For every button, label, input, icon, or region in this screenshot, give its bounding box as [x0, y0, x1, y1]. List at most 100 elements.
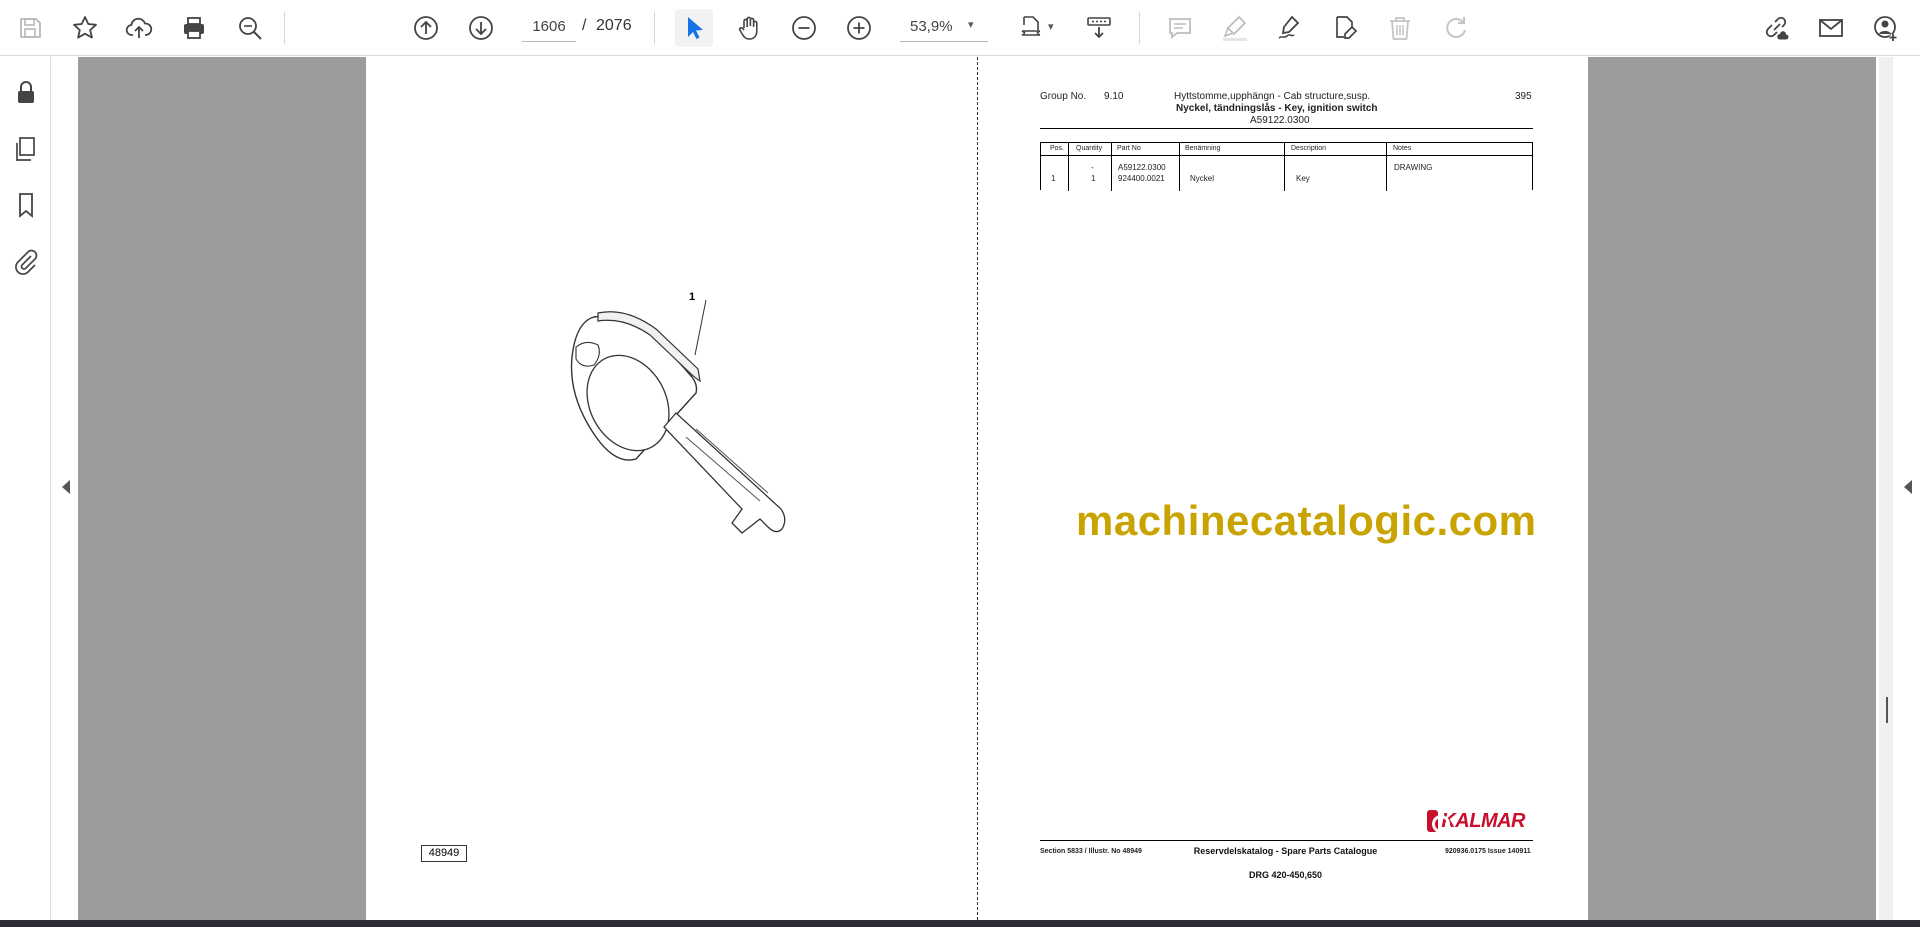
cell-benamning: Nyckel — [1190, 174, 1215, 183]
page-total: 2076 — [596, 17, 632, 34]
table-header-part-no: Part No — [1117, 145, 1141, 152]
next-page-button[interactable] — [462, 9, 500, 47]
table-header-quantity: Quantity — [1076, 145, 1103, 152]
hand-icon — [738, 16, 758, 40]
table-col-divider — [1179, 143, 1180, 191]
share-link-button[interactable] — [1757, 9, 1795, 47]
scroll-mode-icon — [1087, 17, 1111, 39]
toolbar-separator — [1139, 12, 1140, 44]
scroll-mode-button[interactable] — [1080, 9, 1118, 47]
add-user-button[interactable] — [1867, 9, 1905, 47]
footer-issue: 920936.0175 Issue 140911 — [1445, 848, 1531, 855]
cell-qty: 1 — [1091, 174, 1096, 183]
key-blade — [663, 412, 786, 534]
search-zoom-icon — [239, 17, 262, 40]
table-header-benamning: Benämning — [1185, 145, 1221, 152]
find-button[interactable] — [231, 9, 269, 47]
toolbar-separator — [284, 12, 285, 44]
table-header-pos: Pos. — [1050, 145, 1065, 152]
print-button[interactable] — [175, 9, 213, 47]
kalmar-logo-icon — [1427, 810, 1451, 833]
edit-pdf-button[interactable] — [1326, 9, 1364, 47]
star-icon — [73, 16, 97, 39]
arrow-up-circle-icon — [414, 16, 438, 40]
scrollbar-thumb[interactable] — [1886, 697, 1888, 723]
save-button[interactable] — [11, 9, 49, 47]
key-illustration — [570, 299, 786, 534]
key-ring-hole — [575, 341, 600, 367]
bookmarks-button[interactable] — [8, 187, 44, 223]
page-number-input[interactable] — [522, 12, 576, 42]
cell-notes: DRAWING — [1394, 163, 1433, 172]
group-name: Hyttstomme,upphängn - Cab structure,susp… — [1174, 91, 1371, 102]
table-header-description: Description — [1291, 145, 1327, 152]
redo-button[interactable] — [1436, 9, 1474, 47]
footer-model: DRG 420-450,650 — [1248, 870, 1323, 880]
page-thumbnails-button[interactable] — [8, 131, 44, 167]
zoom-in-button[interactable] — [840, 9, 878, 47]
previous-page-button[interactable] — [407, 9, 445, 47]
watermark: machinecatalogic.com — [1076, 497, 1537, 544]
sign-button[interactable] — [1271, 9, 1309, 47]
comment-icon — [1169, 18, 1191, 39]
kalmar-wordmark: KALMAR — [1441, 809, 1525, 832]
comment-button[interactable] — [1161, 9, 1199, 47]
print-icon — [184, 17, 204, 39]
cell-pos: 1 — [1051, 174, 1056, 183]
drawing-number: A59122.0300 — [1250, 115, 1310, 126]
attachment-icon — [15, 249, 38, 275]
table-col-divider — [1284, 143, 1285, 191]
fit-page-button[interactable] — [1013, 9, 1051, 47]
kalmar-logo: KALMAR — [1427, 809, 1525, 833]
table-header-notes: Notes — [1393, 145, 1412, 152]
page-separator: / — [582, 17, 587, 34]
footer-rule — [1040, 840, 1533, 841]
upload-cloud-icon — [125, 17, 153, 38]
zoom-value: 53,9% — [910, 18, 953, 35]
delete-button[interactable] — [1381, 9, 1419, 47]
attachments-button[interactable] — [8, 243, 44, 279]
fit-page-icon — [1021, 16, 1041, 36]
save-icon — [20, 18, 41, 38]
sign-icon — [1278, 15, 1300, 39]
add-user-icon — [1874, 16, 1897, 41]
cell-description: Key — [1296, 174, 1310, 183]
protect-button[interactable] — [8, 75, 44, 111]
arrow-down-circle-icon — [469, 16, 493, 40]
edit-doc-icon — [1336, 16, 1358, 39]
table-col-divider — [1386, 143, 1387, 191]
cell-qty: - — [1091, 163, 1094, 172]
table-col-divider — [1068, 143, 1069, 191]
pages-icon — [16, 137, 35, 161]
email-icon — [1819, 19, 1843, 37]
vertical-scrollbar[interactable] — [1879, 57, 1893, 920]
page-fold-line — [977, 57, 978, 920]
pointer-icon — [688, 17, 703, 39]
bookmark-star-button[interactable] — [66, 9, 104, 47]
left-rail — [0, 57, 51, 920]
group-number: 9.10 — [1104, 91, 1124, 102]
zoom-select[interactable]: 53,9% ▾ — [900, 12, 988, 42]
fit-page-caret-icon[interactable]: ▾ — [1048, 20, 1054, 33]
select-tool-button[interactable] — [675, 9, 713, 47]
callout-number: 1 — [689, 291, 696, 303]
trash-icon — [1390, 17, 1410, 40]
toolbar: / 2076 53,9% ▾ ▾ — [0, 0, 1920, 56]
email-button[interactable] — [1812, 9, 1850, 47]
hand-tool-button[interactable] — [730, 9, 768, 47]
highlight-icon — [1223, 15, 1247, 41]
collapse-right-panel-icon[interactable] — [1904, 480, 1912, 494]
chevron-down-icon: ▾ — [968, 19, 974, 31]
page-number-label: 395 — [1515, 91, 1532, 102]
highlight-button[interactable] — [1216, 9, 1254, 47]
section-title: Nyckel, tändningslås - Key, ignition swi… — [1176, 103, 1378, 114]
zoom-in-icon — [847, 16, 871, 40]
share-link-icon — [1765, 16, 1789, 40]
table-header-rule — [1041, 155, 1532, 156]
taskbar-edge — [0, 920, 1920, 927]
collapse-left-panel-icon[interactable] — [62, 480, 70, 494]
zoom-out-button[interactable] — [785, 9, 823, 47]
illustration-number: 48949 — [421, 845, 467, 862]
upload-button[interactable] — [120, 9, 158, 47]
toolbar-separator — [654, 12, 655, 44]
